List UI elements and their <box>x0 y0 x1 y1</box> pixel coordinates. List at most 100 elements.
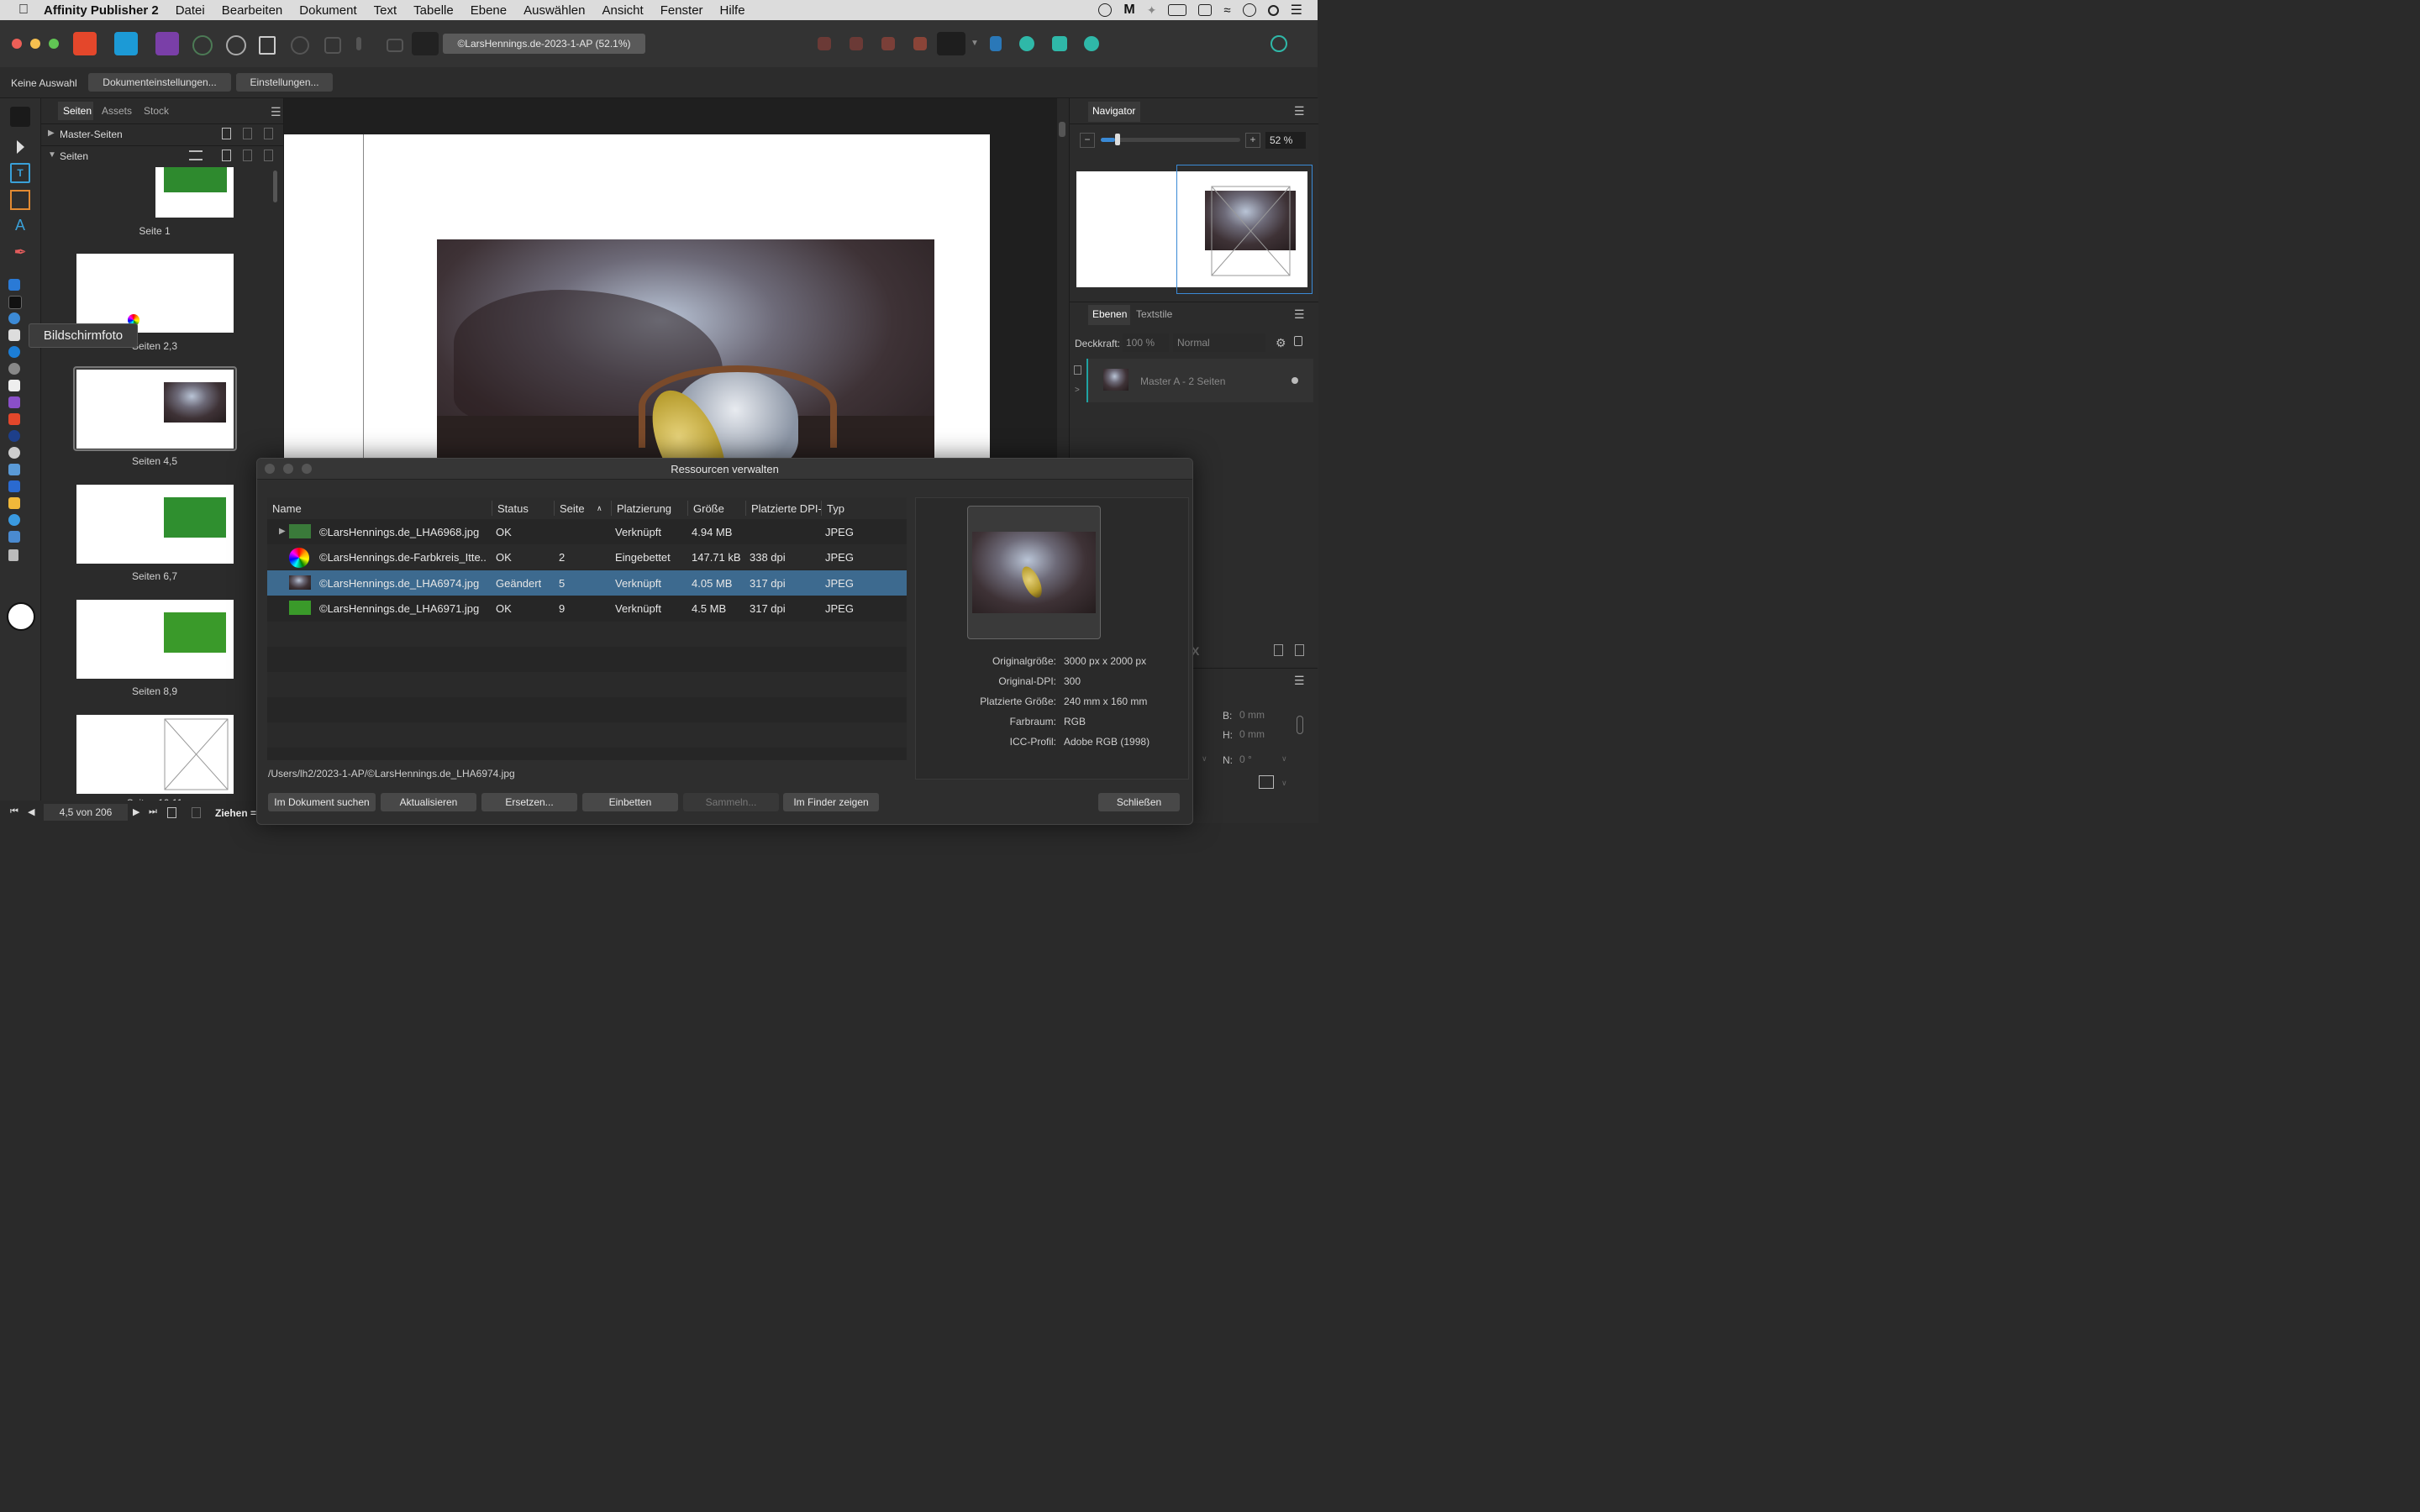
menu-hilfe[interactable]: Hilfe <box>720 3 745 18</box>
add-master-icon[interactable] <box>222 128 231 139</box>
calendar-icon[interactable] <box>1198 4 1213 16</box>
dock-app-icon[interactable] <box>8 447 20 459</box>
menu-datei[interactable]: Datei <box>176 3 205 18</box>
bluetooth-icon[interactable]: ✦ <box>1147 3 1157 18</box>
apple-icon[interactable]:  <box>18 3 29 18</box>
origin-chevron-down-icon[interactable]: ∨ <box>1281 779 1287 788</box>
minimize-window-button[interactable] <box>30 39 40 49</box>
boolean-subtract-icon[interactable] <box>1052 36 1067 51</box>
spread-icon[interactable] <box>291 36 309 55</box>
dock-app-icon[interactable] <box>8 346 20 358</box>
menu-text[interactable]: Text <box>374 3 397 18</box>
find-in-document-button[interactable]: Im Dokument suchen <box>268 793 376 811</box>
next-page-icon[interactable]: ▶ <box>133 806 139 817</box>
pages-scrollbar[interactable] <box>273 171 277 202</box>
header-size[interactable]: Größe <box>693 502 724 515</box>
spread-view-icon[interactable] <box>167 807 176 818</box>
dock-app-icon[interactable] <box>8 279 20 291</box>
photo-persona-icon[interactable] <box>155 32 179 55</box>
pages-chevron-down-icon[interactable]: ▼ <box>48 150 56 160</box>
dock-terminal-icon[interactable] <box>8 296 22 309</box>
fill-color-well[interactable] <box>7 602 35 631</box>
zoom-slider-knob[interactable] <box>1115 134 1120 145</box>
opacity-field[interactable]: 100 % <box>1123 333 1169 352</box>
boolean-intersect-icon[interactable] <box>1084 36 1099 51</box>
header-name[interactable]: Name <box>272 502 302 515</box>
user-account-icon[interactable] <box>1270 35 1287 52</box>
settings-gear-icon[interactable] <box>192 35 213 55</box>
document-icon[interactable] <box>259 36 276 55</box>
sort-ascending-icon[interactable]: ∧ <box>597 504 602 513</box>
dock-app-icon[interactable] <box>8 312 20 324</box>
menu-app-name[interactable]: Affinity Publisher 2 <box>44 3 159 18</box>
page-number-field[interactable]: 4,5 von 206 <box>44 804 128 821</box>
navigator-title[interactable]: Navigator <box>1092 105 1135 117</box>
canvas-scrollbar[interactable] <box>1059 122 1065 137</box>
close-window-button[interactable] <box>12 39 22 49</box>
menu-auswaehlen[interactable]: Auswählen <box>523 3 585 18</box>
spotlight-search-icon[interactable] <box>1267 4 1279 16</box>
close-button[interactable]: Schließen <box>1098 793 1180 811</box>
control-center-icon[interactable]: ☰ <box>1291 2 1302 18</box>
snapping-chevron-down-icon[interactable]: ▼ <box>971 39 979 48</box>
navigator-viewport[interactable] <box>1176 165 1313 294</box>
menu-ansicht[interactable]: Ansicht <box>602 3 643 18</box>
dock-app-icon[interactable] <box>8 531 20 543</box>
transform-menu-icon[interactable]: ☰ <box>1294 674 1305 688</box>
dock-app-icon[interactable] <box>8 380 20 391</box>
dock-app-icon[interactable] <box>8 514 20 526</box>
transform-origin-icon[interactable] <box>1259 775 1274 789</box>
tab-ebenen[interactable]: Ebenen <box>1092 308 1127 320</box>
table-row[interactable]: ▶ ©LarsHennings.de_LHA6968.jpg OK Verknü… <box>267 519 907 544</box>
menu-bearbeiten[interactable]: Bearbeiten <box>222 3 283 18</box>
wifi-icon[interactable]: ≈ <box>1223 3 1230 18</box>
menu-tabelle[interactable]: Tabelle <box>413 3 454 18</box>
battery-icon[interactable] <box>1168 4 1187 16</box>
header-page[interactable]: Seite <box>560 502 585 515</box>
tab-seiten[interactable]: Seiten <box>63 105 92 117</box>
menu-fenster[interactable]: Fenster <box>660 3 703 18</box>
boolean-add-icon[interactable] <box>1019 36 1034 51</box>
collect-button[interactable]: Sammeln... <box>683 793 779 811</box>
delete-page-icon[interactable] <box>264 150 273 161</box>
page-thumbnail-8-9[interactable] <box>76 600 234 679</box>
master-chevron-right-icon[interactable]: ▶ <box>48 129 55 138</box>
page-thumbnail-6-7[interactable] <box>76 485 234 564</box>
first-page-icon[interactable]: ⏮ <box>10 806 18 817</box>
zoom-window-button[interactable] <box>49 39 59 49</box>
preview-mode-icon[interactable] <box>412 32 439 55</box>
m-logo-icon[interactable]: M <box>1123 3 1134 18</box>
arrange-backward-icon[interactable] <box>850 37 863 50</box>
text-wrap-icon[interactable] <box>387 39 403 52</box>
last-page-icon[interactable]: ⏭ <box>149 806 157 817</box>
page-thumbnail-1[interactable] <box>155 167 234 218</box>
embed-button[interactable]: Einbetten <box>582 793 678 811</box>
snapping-magnet-icon[interactable] <box>937 32 965 55</box>
arrange-front-icon[interactable] <box>913 37 927 50</box>
rotation-chevron-down-icon[interactable]: ∨ <box>1281 754 1287 764</box>
layer-settings-gear-icon[interactable]: ⚙ <box>1276 336 1286 350</box>
frame-text-tool-icon[interactable]: T <box>10 163 30 183</box>
layers-menu-icon[interactable]: ☰ <box>1294 307 1305 322</box>
placed-image[interactable] <box>437 239 934 470</box>
table-row[interactable]: ©LarsHennings.de_LHA6971.jpg OK 9 Verknü… <box>267 596 907 621</box>
layer-name[interactable]: Master A - 2 Seiten <box>1140 375 1225 387</box>
pin-icon[interactable] <box>356 37 361 50</box>
delete-layer-icon[interactable] <box>1295 644 1304 656</box>
tab-textstile[interactable]: Textstile <box>1136 308 1172 320</box>
table-tool-icon[interactable] <box>10 190 30 210</box>
bolt-icon[interactable] <box>1098 3 1113 17</box>
h-field[interactable]: 0 mm <box>1237 726 1290 743</box>
zoom-in-icon[interactable]: + <box>1245 133 1260 148</box>
zoom-slider[interactable] <box>1101 134 1240 145</box>
show-in-finder-button[interactable]: Im Finder zeigen <box>783 793 879 811</box>
dock-trash-icon[interactable] <box>8 549 18 561</box>
header-type[interactable]: Typ <box>827 502 844 515</box>
panel-menu-icon[interactable]: ☰ <box>271 105 281 119</box>
add-page-icon[interactable] <box>222 150 231 161</box>
menu-dokument[interactable]: Dokument <box>299 3 356 18</box>
dock-app-icon[interactable] <box>8 464 20 475</box>
dock-app-icon[interactable] <box>8 430 20 442</box>
pen-tool-icon[interactable]: ✒ <box>10 244 30 264</box>
tab-stock[interactable]: Stock <box>144 105 169 117</box>
